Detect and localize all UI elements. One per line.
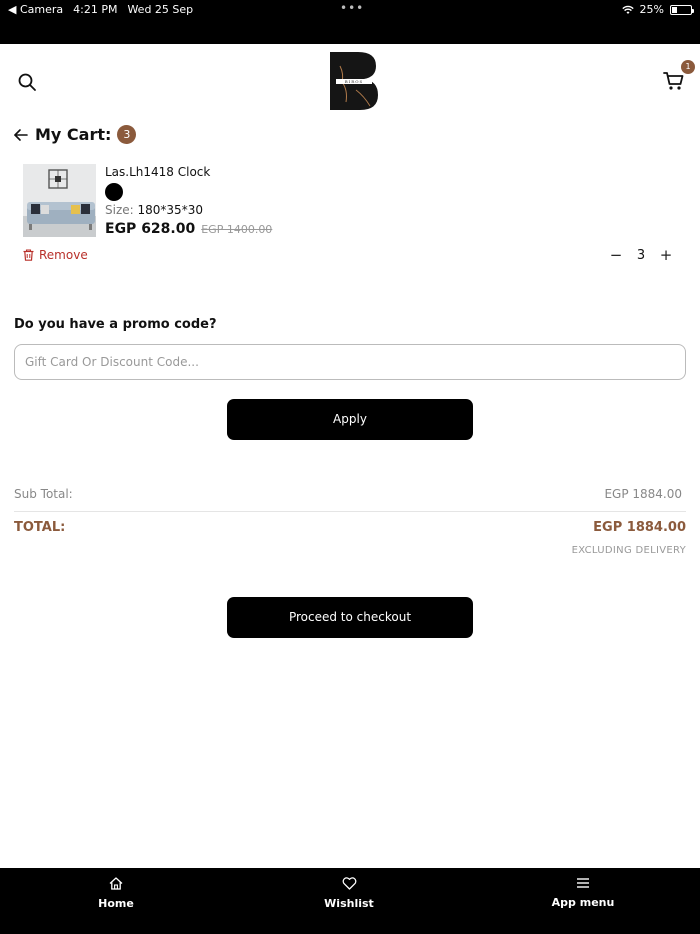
bottom-tab-bar: Home Wishlist App menu (0, 868, 700, 934)
header: BIROS 1 (0, 44, 700, 120)
battery-icon (670, 4, 694, 15)
wifi-icon (621, 5, 634, 14)
tab-app-menu-label: App menu (551, 896, 615, 909)
product-size: Size: 180*35*30 (105, 203, 203, 217)
menu-icon (577, 878, 589, 888)
subtotal-value: EGP 1884.00 (604, 487, 682, 501)
search-icon[interactable] (17, 72, 37, 92)
status-right: 25% (621, 3, 694, 16)
back-to-app-link[interactable]: ◀ Camera (8, 3, 63, 16)
tab-home-label: Home (98, 897, 134, 910)
checkout-button[interactable]: Proceed to checkout (227, 597, 473, 638)
tab-app-menu[interactable]: App menu (523, 877, 643, 910)
tab-wishlist-label: Wishlist (324, 897, 374, 910)
subtotal-label: Sub Total: (14, 487, 73, 501)
promo-code-label: Do you have a promo code? (14, 317, 217, 332)
promo-code-input[interactable] (14, 344, 686, 380)
apply-button[interactable]: Apply (227, 399, 473, 440)
heart-icon (342, 877, 356, 890)
brand-logo[interactable]: BIROS (326, 50, 380, 112)
status-left: ◀ Camera 4:21 PM Wed 25 Sep (8, 3, 193, 16)
back-arrow-icon[interactable] (13, 127, 29, 143)
decrease-quantity-button[interactable]: − (608, 246, 624, 264)
multitasking-dots-icon[interactable]: ••• (340, 1, 364, 15)
tab-wishlist[interactable]: Wishlist (289, 877, 409, 911)
remove-item-button[interactable]: Remove (23, 248, 88, 262)
page-title-row: My Cart: 3 (13, 125, 137, 144)
product-name[interactable]: Las.Lh1418 Clock (105, 165, 210, 179)
quantity-stepper: − 3 + (608, 246, 674, 264)
remove-label: Remove (39, 248, 88, 262)
cart-icon[interactable] (663, 70, 685, 92)
logo-wordmark: BIROS (345, 79, 364, 84)
quantity-value: 3 (636, 247, 646, 263)
cart-items-badge: 3 (117, 125, 137, 144)
summary-divider (14, 511, 686, 512)
battery-percent: 25% (639, 3, 664, 16)
total-label: TOTAL: (14, 520, 66, 535)
status-bar: ◀ Camera 4:21 PM Wed 25 Sep ••• 25% (0, 0, 700, 44)
total-value: EGP 1884.00 (593, 520, 686, 535)
tab-home[interactable]: Home (56, 877, 176, 911)
product-price: EGP 628.00 (105, 221, 196, 237)
size-value: 180*35*30 (137, 203, 203, 217)
product-color-swatch (105, 183, 123, 201)
product-old-price: EGP 1400.00 (201, 223, 273, 236)
status-time: 4:21 PM (73, 3, 118, 16)
home-icon (109, 877, 123, 890)
size-label: Size: (105, 203, 134, 217)
status-date: Wed 25 Sep (127, 3, 194, 16)
cart-count-badge: 1 (681, 60, 695, 74)
page-title: My Cart: (35, 125, 112, 144)
product-image[interactable] (23, 164, 96, 237)
excluding-delivery-note: EXCLUDING DELIVERY (571, 545, 686, 556)
increase-quantity-button[interactable]: + (658, 246, 674, 264)
product-price-row: EGP 628.00 EGP 1400.00 (105, 221, 272, 237)
trash-icon (23, 249, 34, 261)
